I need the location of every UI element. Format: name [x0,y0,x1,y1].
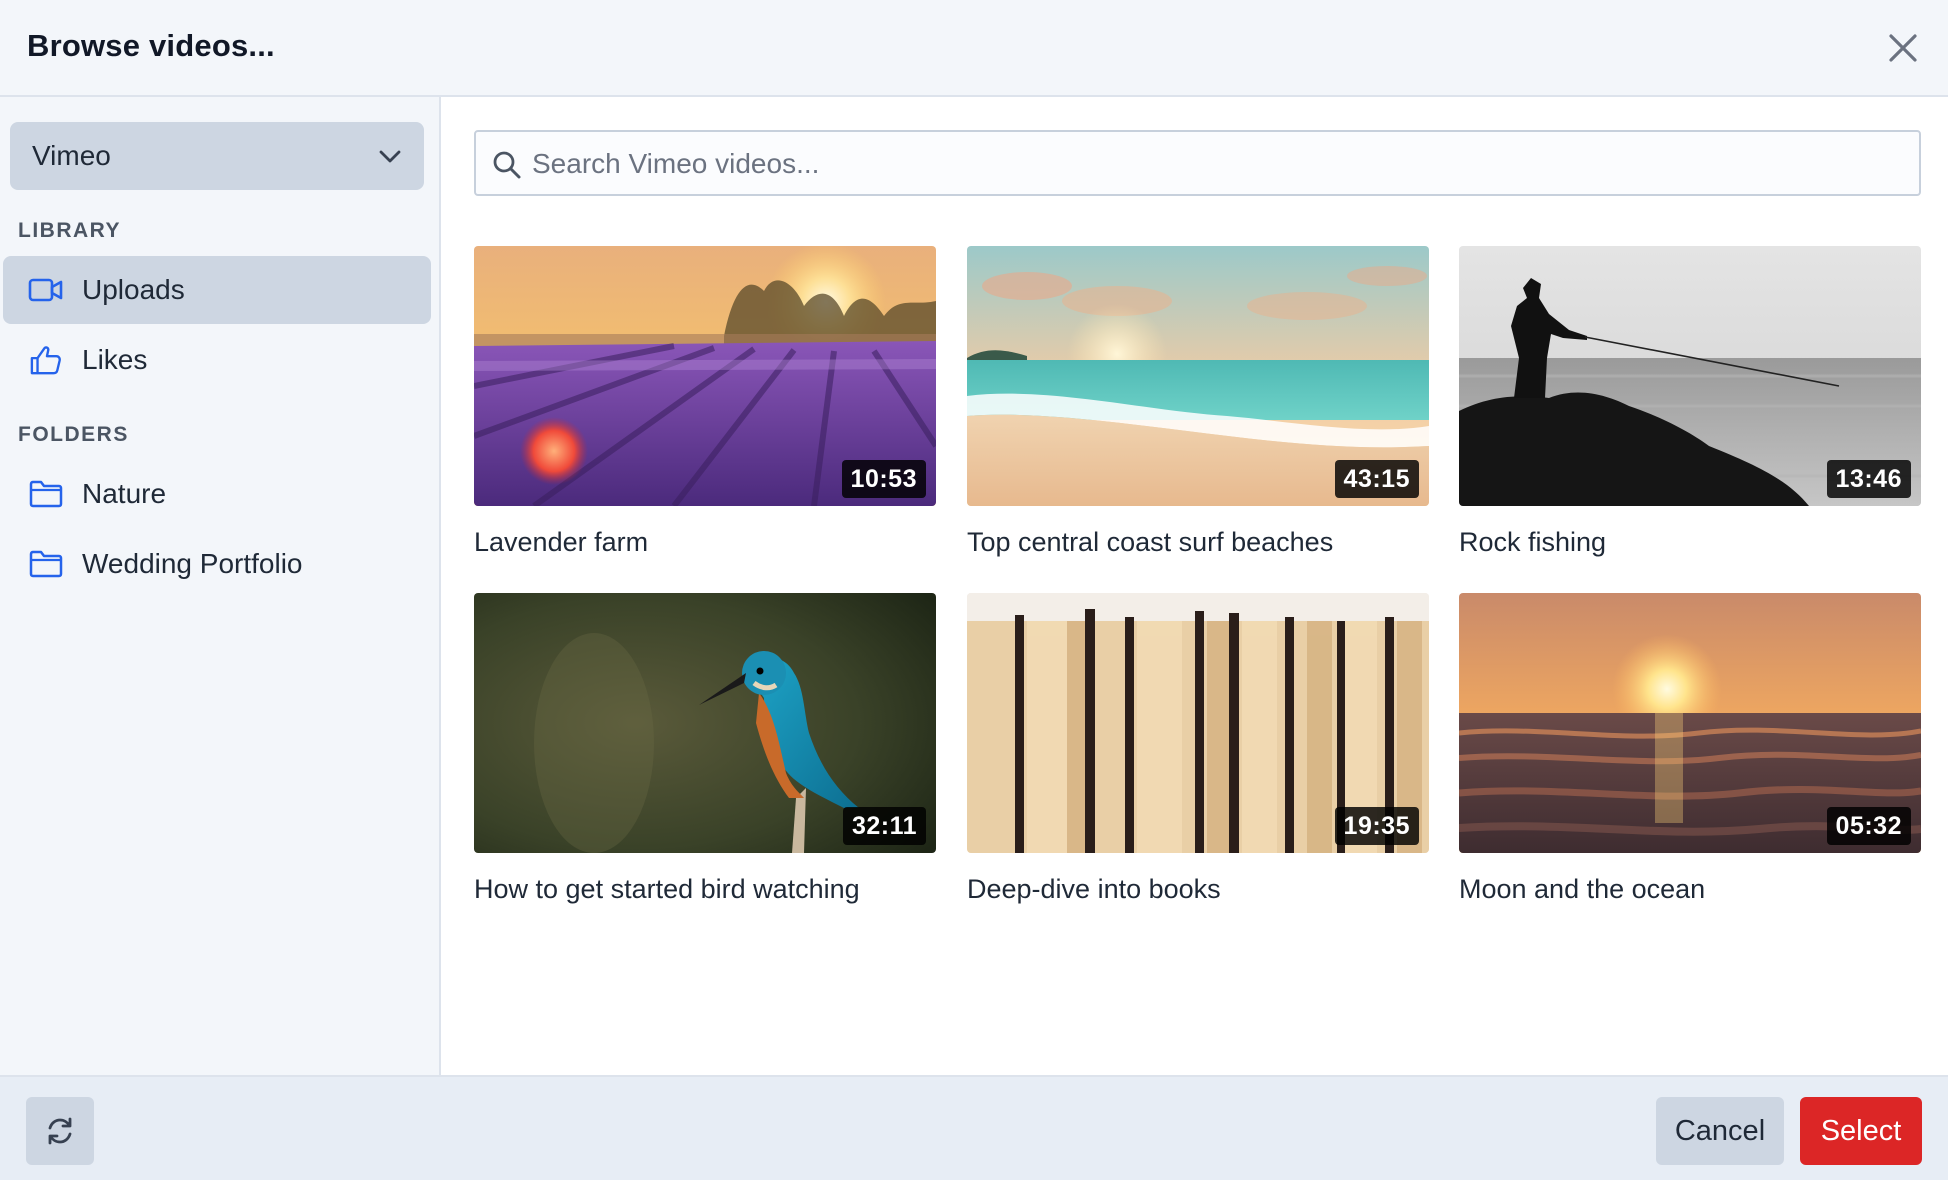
video-thumbnail: 10:53 [474,246,936,506]
library-heading: LIBRARY [18,219,122,242]
video-duration: 19:35 [1334,807,1419,845]
video-camera-icon [28,278,63,302]
sidebar-item-nature[interactable]: Nature [3,460,431,528]
sidebar-item-label: Uploads [82,274,185,305]
dialog-header: Browse videos... [0,0,1948,97]
dialog-footer: Cancel Select [0,1075,1948,1180]
video-card[interactable]: 43:15 Top central coast surf beaches [967,246,1429,557]
close-button[interactable] [1883,28,1923,68]
video-thumbnail: 43:15 [967,246,1429,506]
sidebar-item-label: Nature [82,478,167,509]
video-duration: 10:53 [841,460,926,498]
video-duration: 43:15 [1334,460,1419,498]
thumbs-up-icon [30,346,61,375]
search-input[interactable] [532,144,1902,184]
folders-heading: FOLDERS [18,423,129,446]
video-title: Moon and the ocean [1459,874,1706,904]
video-thumbnail: 13:46 [1459,246,1921,506]
video-title: Deep-dive into books [967,874,1221,904]
close-icon [1889,34,1917,62]
sidebar-item-likes[interactable]: Likes [3,326,431,394]
video-card[interactable]: 19:35 Deep-dive into books [967,593,1429,904]
browse-videos-dialog: Browse videos... Vimeo LIBRARY Uploads L… [0,0,1948,1180]
video-browser: 10:53 Lavender farm [443,97,1948,1075]
video-title: How to get started bird watching [474,874,860,904]
video-duration: 32:11 [842,807,926,845]
dialog-title: Browse videos... [27,28,275,63]
video-title: Lavender farm [474,527,649,557]
search-icon [493,151,521,179]
video-thumbnail: 19:35 [967,593,1429,853]
search-field[interactable] [474,130,1921,196]
source-select-value: Vimeo [32,140,111,171]
sidebar-item-label: Likes [82,344,148,375]
video-thumbnail: 05:32 [1459,593,1921,853]
select-button[interactable]: Select [1800,1097,1922,1165]
video-card[interactable]: 32:11 How to get started bird watching [474,593,936,904]
video-card[interactable]: 05:32 Moon and the ocean [1459,593,1921,904]
cancel-button[interactable]: Cancel [1656,1097,1784,1165]
sidebar-item-label: Wedding Portfolio [82,548,303,579]
sidebar: Vimeo LIBRARY Uploads Likes FOLDERS Natu… [0,97,441,1075]
folder-icon [29,480,63,508]
video-duration: 13:46 [1826,460,1911,498]
folder-icon [29,550,63,578]
video-title: Top central coast surf beaches [967,527,1334,557]
refresh-icon [48,1117,72,1145]
video-duration: 05:32 [1826,807,1911,845]
source-select[interactable]: Vimeo [10,122,424,190]
video-card[interactable]: 13:46 Rock fishing [1459,246,1921,557]
video-thumbnail: 32:11 [474,593,936,853]
sidebar-item-uploads[interactable]: Uploads [3,256,431,324]
sidebar-item-wedding-portfolio[interactable]: Wedding Portfolio [3,530,431,598]
chevron-down-icon [379,150,401,163]
video-title: Rock fishing [1459,527,1607,557]
refresh-button[interactable] [26,1097,94,1165]
video-card[interactable]: 10:53 Lavender farm [474,246,936,557]
